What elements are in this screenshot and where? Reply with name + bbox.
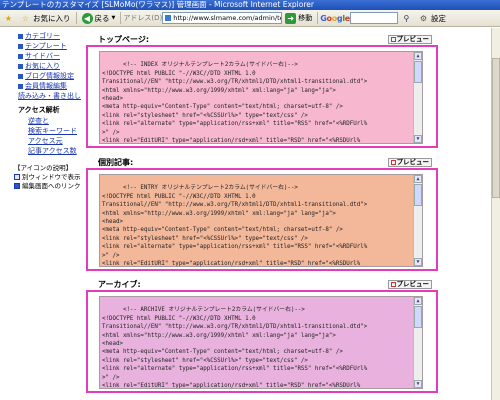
main-content: トップページ: プレビュー <!-- INDEX オリジナルテンプレート2カラム… bbox=[86, 28, 490, 400]
template-code-text: <!-- ARCHIVE オリジナルテンプレート2カラム(サイドバー右)--> … bbox=[102, 307, 368, 389]
scroll-thumb[interactable] bbox=[414, 306, 422, 328]
template-code-textarea[interactable]: <!-- INDEX オリジナルテンプレート2カラム(サイドバー右)--> <!… bbox=[99, 51, 423, 144]
edit-link-icon bbox=[18, 63, 23, 69]
go-arrow-icon: ➜ bbox=[285, 12, 297, 24]
scroll-up-icon[interactable]: ▲ bbox=[414, 175, 422, 183]
new-window-icon bbox=[390, 159, 396, 165]
address-label: アドレス(D) bbox=[123, 14, 163, 22]
sidebar-item-category[interactable]: カテゴリー bbox=[0, 31, 85, 41]
page-scroll-thumb[interactable] bbox=[492, 58, 500, 198]
icon-legend-new-window: 別ウィンドウで表示 bbox=[0, 173, 85, 182]
template-code-text: <!-- INDEX オリジナルテンプレート2カラム(サイドバー右)--> <!… bbox=[102, 62, 368, 144]
preview-button[interactable]: プレビュー bbox=[387, 279, 432, 289]
toolbar-separator bbox=[317, 12, 319, 24]
preview-button[interactable]: プレビュー bbox=[387, 34, 432, 44]
new-window-icon bbox=[390, 36, 396, 42]
sidebar-item-search-keywords[interactable]: 検索キーワード bbox=[0, 126, 85, 136]
sidebar-item-access-1[interactable]: 逆查と bbox=[0, 116, 85, 126]
toolbar-separator bbox=[120, 12, 122, 24]
sidebar-item-favorites[interactable]: お気に入り bbox=[0, 61, 85, 71]
scroll-up-icon[interactable]: ▲ bbox=[414, 297, 422, 305]
sidebar-item-referrer[interactable]: アクセス元 bbox=[0, 136, 85, 146]
scroll-up-icon[interactable]: ▲ bbox=[414, 52, 422, 60]
highlight-frame: <!-- ARCHIVE オリジナルテンプレート2カラム(サイドバー右)--> … bbox=[86, 290, 438, 393]
google-search-button[interactable]: ⚲ bbox=[398, 11, 415, 26]
access-analysis-heading: アクセス解析 bbox=[18, 106, 60, 114]
address-value: http://www.slmame.com/admin/templ bbox=[173, 14, 281, 22]
settings-button[interactable]: ⚙ 設定 bbox=[415, 11, 449, 26]
section-title: 個別記事: bbox=[98, 157, 134, 167]
template-code-textarea[interactable]: <!-- ENTRY オリジナルテンプレート2カラム(サイドバー右)--> <!… bbox=[99, 174, 423, 267]
highlight-frame: <!-- INDEX オリジナルテンプレート2カラム(サイドバー右)--> <!… bbox=[86, 45, 438, 148]
edit-link-icon bbox=[18, 43, 23, 49]
template-code-text: <!-- ENTRY オリジナルテンプレート2カラム(サイドバー右)--> <!… bbox=[102, 185, 368, 267]
address-input[interactable]: http://www.slmame.com/admin/templ bbox=[162, 12, 283, 24]
sidebar-item-member-info[interactable]: 会員情報編集 bbox=[0, 81, 85, 91]
preview-button[interactable]: プレビュー bbox=[387, 157, 432, 167]
scroll-thumb[interactable] bbox=[414, 61, 422, 83]
back-button[interactable]: ◀ 戻る ▼ bbox=[79, 11, 119, 26]
highlight-frame: <!-- ENTRY オリジナルテンプレート2カラム(サイドバー右)--> <!… bbox=[86, 168, 438, 271]
textarea-scrollbar[interactable]: ▲ ▼ bbox=[413, 175, 422, 266]
scroll-down-icon[interactable]: ▼ bbox=[414, 258, 422, 266]
star-icon: ★ bbox=[4, 13, 13, 23]
window-title: テンプレートのカスタマイズ [SLMoMo(ワラマス)] 管理画面 - Micr… bbox=[0, 0, 500, 10]
textarea-scrollbar[interactable]: ▲ ▼ bbox=[413, 52, 422, 143]
sidebar: カテゴリー テンプレート サイドバー お気に入り ブログ情報設定 会員情報編集 … bbox=[0, 28, 85, 400]
google-logo: Google bbox=[320, 13, 350, 23]
chevron-down-icon: ▼ bbox=[111, 15, 116, 21]
sidebar-item-template[interactable]: テンプレート bbox=[0, 41, 85, 51]
template-code-textarea[interactable]: <!-- ARCHIVE オリジナルテンプレート2カラム(サイドバー右)--> … bbox=[99, 296, 423, 389]
new-window-icon bbox=[390, 281, 396, 287]
scroll-down-icon[interactable]: ▼ bbox=[414, 135, 422, 143]
page-icon bbox=[165, 15, 172, 21]
toolbar-separator bbox=[75, 12, 77, 24]
sidebar-item-article-access[interactable]: 記事アクセス数 bbox=[0, 146, 85, 156]
search-icon: ⚲ bbox=[403, 13, 410, 23]
settings-label: 設定 bbox=[430, 13, 446, 23]
favorites-icon: ☆ bbox=[21, 13, 30, 23]
edit-link-icon bbox=[18, 53, 23, 59]
go-button[interactable]: ➜ 移動 bbox=[282, 11, 315, 26]
browser-toolbar: ★ ☆ お気に入り ◀ 戻る ▼ アドレス(D) http://www.slma… bbox=[0, 10, 500, 27]
icon-legend-title: 【アイコンの説明】 bbox=[14, 164, 73, 172]
sidebar-item-import-export[interactable]: 読み込み・書き出し bbox=[0, 91, 85, 101]
textarea-scrollbar[interactable]: ▲ ▼ bbox=[413, 297, 422, 388]
go-label: 移動 bbox=[298, 14, 313, 22]
scroll-thumb[interactable] bbox=[414, 184, 422, 206]
edit-link-icon bbox=[18, 83, 23, 89]
back-arrow-icon: ◀ bbox=[81, 12, 93, 24]
gear-icon: ⚙ bbox=[419, 13, 428, 23]
google-search-input[interactable] bbox=[349, 12, 398, 24]
icon-legend-edit-link: 編集画面へのリンク bbox=[0, 182, 85, 191]
edit-link-icon bbox=[14, 183, 20, 189]
back-label: 戻る bbox=[94, 13, 110, 23]
section-title: トップページ: bbox=[98, 34, 150, 44]
favorites-label: お気に入り bbox=[33, 13, 71, 23]
scroll-down-icon[interactable]: ▼ bbox=[414, 380, 422, 388]
section-title: アーカイブ: bbox=[98, 279, 141, 289]
sidebar-item-sidebar[interactable]: サイドバー bbox=[0, 51, 85, 61]
new-window-icon bbox=[14, 174, 20, 180]
edit-link-icon bbox=[18, 33, 23, 39]
sidebar-item-blog-info[interactable]: ブログ情報設定 bbox=[0, 71, 85, 81]
favorites-button[interactable]: ☆ お気に入り bbox=[17, 11, 74, 26]
favorites-star-button[interactable]: ★ bbox=[0, 11, 17, 26]
edit-link-icon bbox=[18, 73, 23, 79]
page-scrollbar[interactable] bbox=[491, 28, 500, 400]
